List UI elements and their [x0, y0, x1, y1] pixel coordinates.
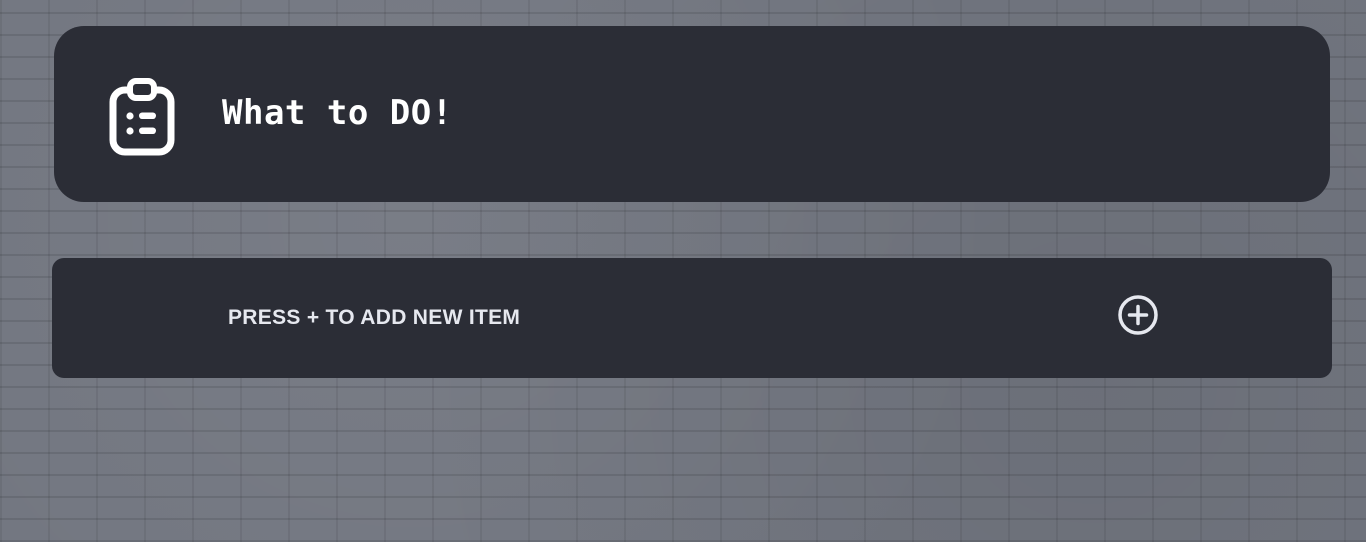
add-item-button[interactable] — [1116, 293, 1160, 337]
page-title: What to DO! — [222, 93, 453, 133]
add-item-instruction: PRESS + TO ADD NEW ITEM — [228, 306, 521, 329]
clipboard-list-icon — [108, 78, 176, 156]
plus-circle-icon — [1116, 293, 1160, 337]
